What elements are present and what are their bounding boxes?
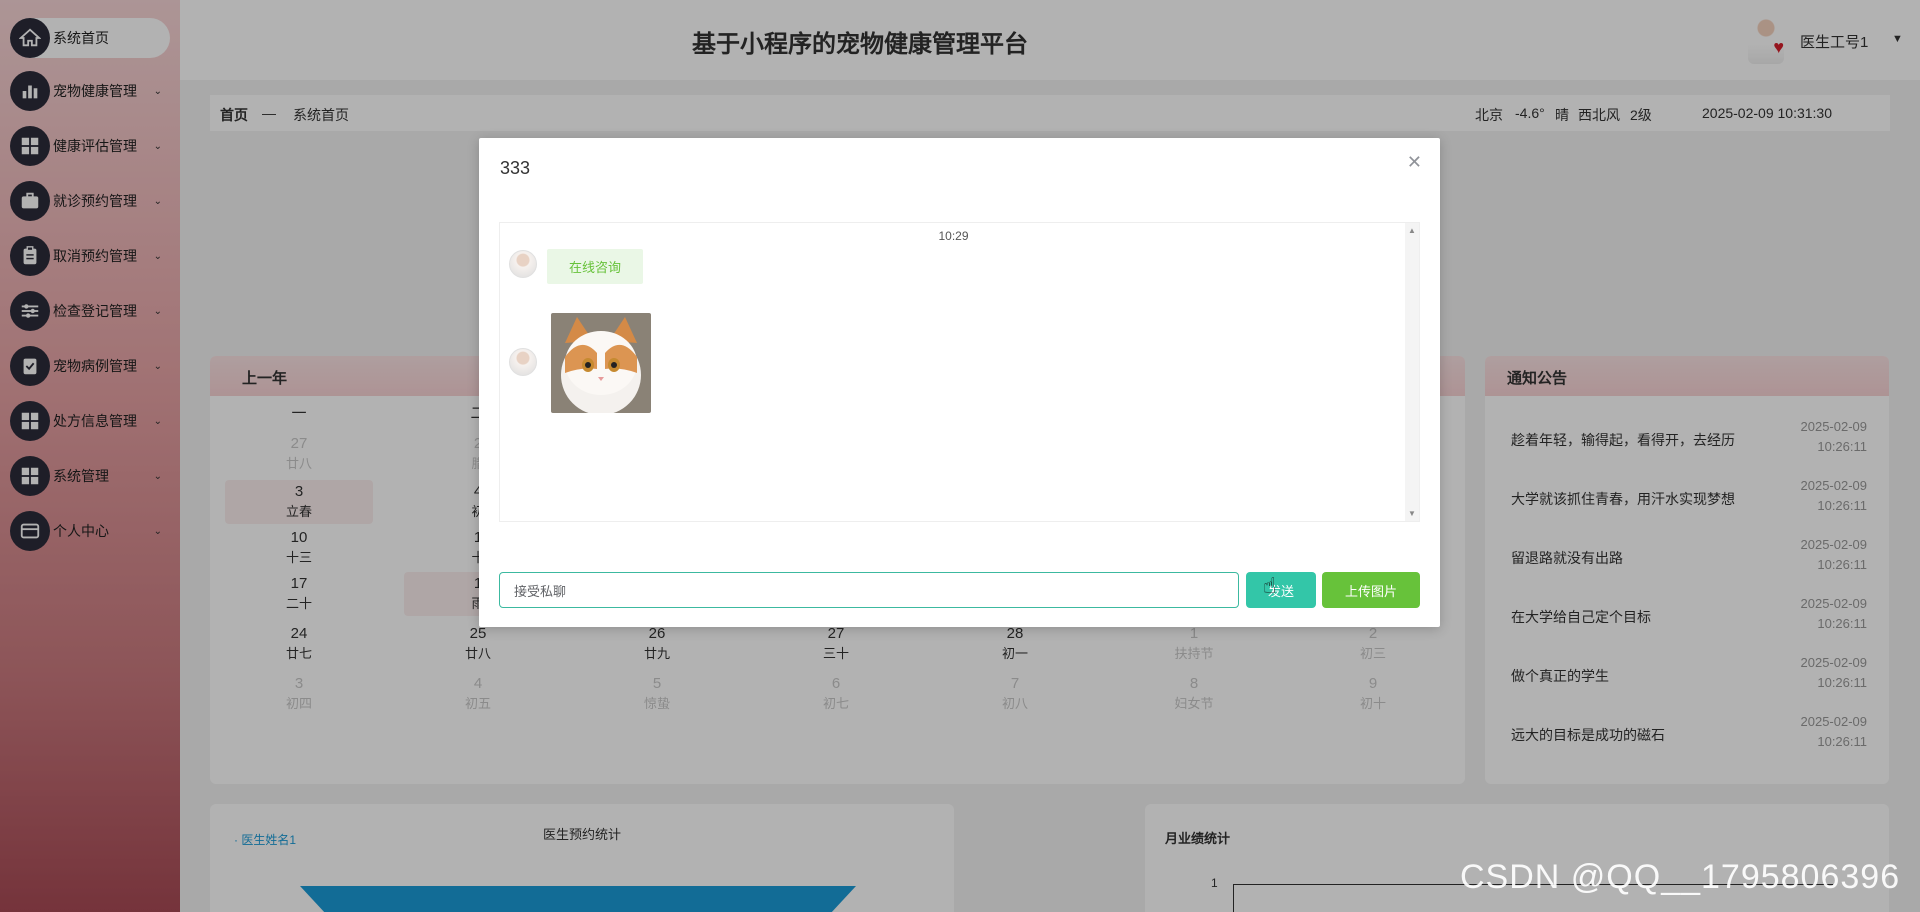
- chat-timestamp: 10:29: [938, 229, 969, 243]
- cat-photo: [551, 313, 651, 413]
- message-input[interactable]: [499, 572, 1239, 608]
- scroll-up-icon[interactable]: ▲: [1408, 226, 1416, 235]
- dialog-title: 333: [500, 158, 531, 178]
- watermark: CSDN @QQ__1795806396: [1460, 858, 1901, 896]
- close-icon[interactable]: ✕: [1407, 152, 1422, 173]
- chat-bubble: 在线咨询: [547, 249, 644, 284]
- chat-image[interactable]: [551, 313, 651, 413]
- scroll-down-icon[interactable]: ▼: [1408, 509, 1416, 518]
- hand-cursor-icon: ☝: [1263, 573, 1277, 598]
- avatar: [509, 348, 537, 376]
- upload-image-button[interactable]: 上传图片: [1322, 572, 1420, 608]
- avatar: [509, 250, 537, 278]
- chat-dialog: 333 ✕ 10:29 在线咨询 ▲ ▼ 接受私聊 发送 上传图片: [479, 138, 1440, 627]
- chat-message-area[interactable]: 10:29 在线咨询 ▲ ▼: [499, 222, 1420, 522]
- send-button[interactable]: 发送: [1246, 572, 1316, 608]
- scrollbar[interactable]: ▲ ▼: [1405, 223, 1419, 521]
